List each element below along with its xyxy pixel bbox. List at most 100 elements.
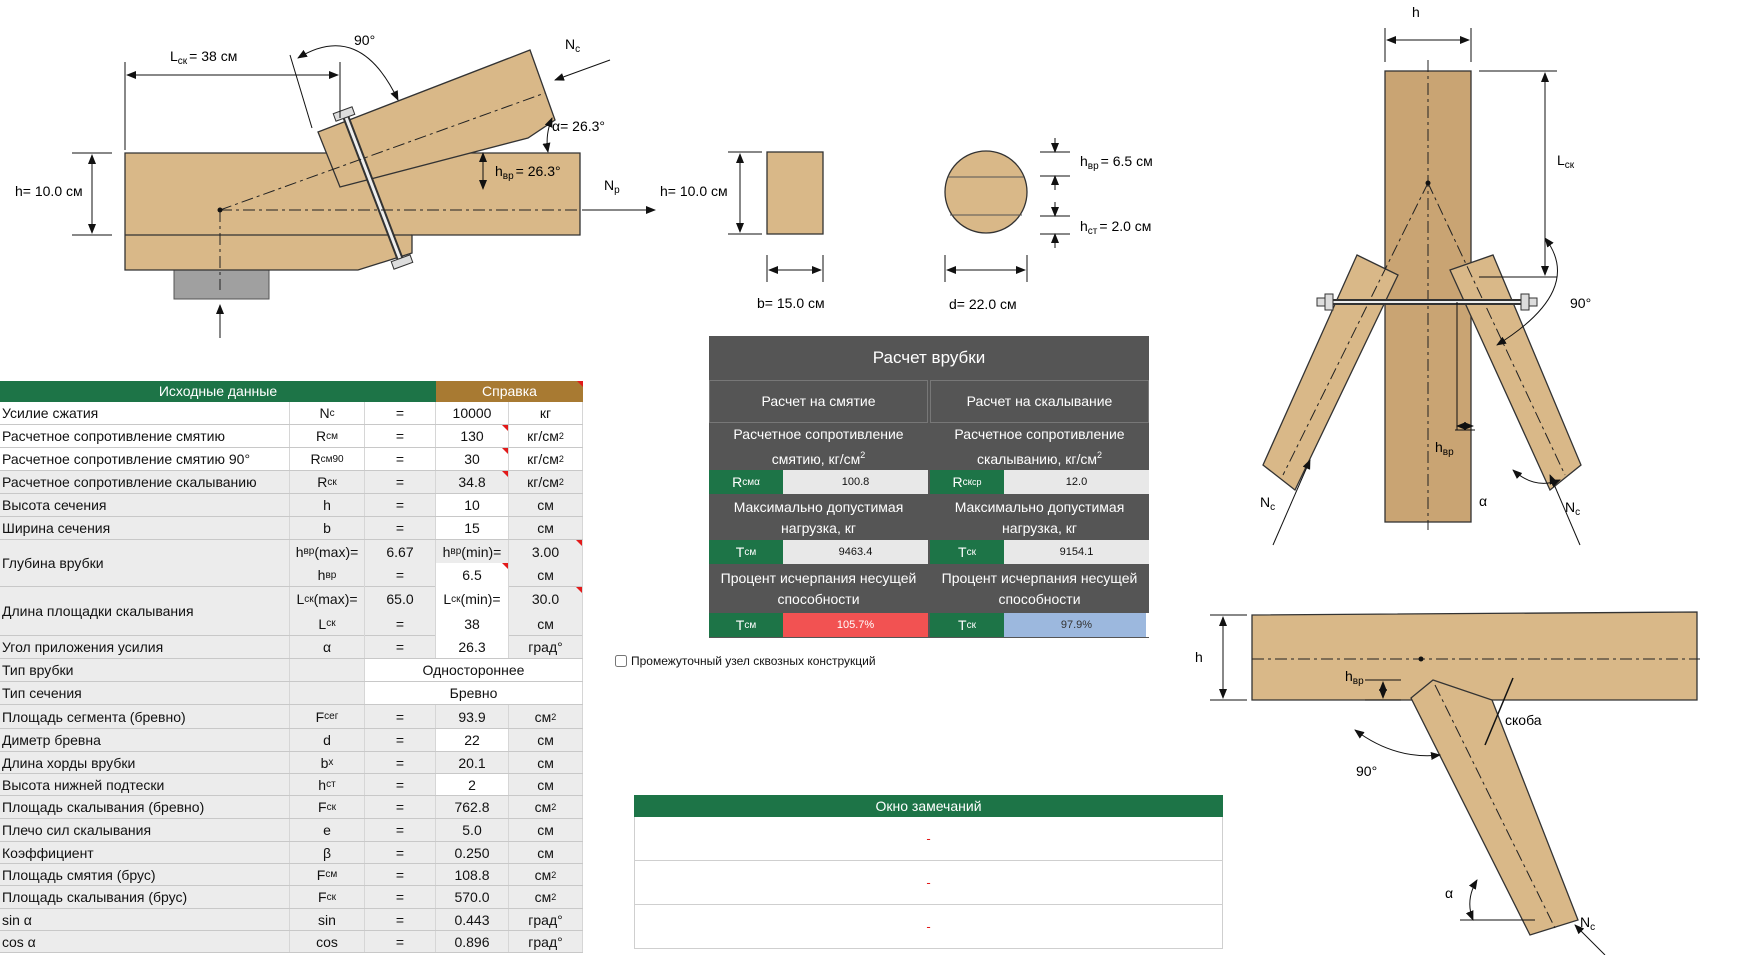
chord-angle-label: 90° (1356, 763, 1377, 779)
equals: = (365, 471, 436, 493)
b-input[interactable]: 15 (436, 517, 509, 539)
shear-max-label: Lск (max)= (290, 587, 365, 611)
rsm-input[interactable]: 130 (436, 425, 509, 447)
remarks-title: Окно замечаний (634, 795, 1223, 817)
equals: = (365, 752, 436, 773)
truss-node-drawing: h Lск 90° hвр α Nc Nc (1260, 4, 1591, 546)
t-sk-symbol: Tск (930, 540, 1004, 564)
label: Расчетное сопротивление смятию 90° (0, 448, 290, 470)
unit: см (509, 729, 583, 751)
col-shear-header: Расчет на скалывание (930, 380, 1149, 423)
joint-drawing-side: Lск = 38 см 90° Nc α= 26.3° h= 10.0 см hв… (15, 32, 656, 338)
cut-type-select[interactable]: Одностороннее (365, 659, 583, 681)
row-hst: Высота нижней подтески h ст = 2 см (0, 774, 583, 796)
row-beta: Коэффициент β = 0.250 см (0, 842, 583, 864)
symbol: b (290, 517, 365, 539)
h-input[interactable]: 10 (436, 494, 509, 516)
r-sk-value: 12.0 (1004, 470, 1149, 494)
label: Коэффициент (0, 842, 290, 863)
angle-input[interactable]: 26.3 (436, 636, 509, 658)
pct-crushing-caption: Процент исчерпания несущей способности (720, 569, 917, 607)
force-input[interactable]: 10000 (436, 402, 509, 424)
hst-input[interactable]: 2 (436, 774, 509, 795)
row-depth: Глубина врубки h вр (max)= 6.67 h вр (min)= … (0, 540, 583, 587)
shear-max-value: 65.0 (365, 587, 436, 611)
e-value: 5.0 (436, 819, 509, 841)
intermediate-node-option[interactable]: Промежуточный узел сквозных конструкций (615, 654, 876, 668)
row-cut-type: Тип врубки Одностороннее (0, 659, 583, 682)
row-fseg: Площадь сегмента (бревно) Fсег = 93.9 см… (0, 705, 583, 729)
symbol: Fск (290, 886, 365, 908)
equals: = (365, 425, 436, 447)
fsk-beam-value: 570.0 (436, 886, 509, 908)
truss-nc-left-label: Nc (1260, 494, 1275, 513)
chord-strut (1410, 679, 1579, 936)
t-sk-value: 9154.1 (1004, 540, 1149, 564)
equals: = (365, 448, 436, 470)
unit: см (509, 819, 583, 841)
shear-length-input[interactable]: 38 (436, 611, 509, 636)
depth-min-label: h вр (min)= (436, 540, 509, 563)
row-fsm: Площадь смятия (брус) Fсм = 108.8 см 2 (0, 864, 583, 886)
row-angle: Угол приложения усилия α = 26.3 град° (0, 636, 583, 659)
row-rsk: Расчетное сопротивление скалыванию Rск =… (0, 471, 583, 494)
max-load-shear-caption: Максимально допустимая нагрузка, кг (954, 498, 1125, 536)
fsk-log-value: 762.8 (436, 796, 509, 818)
help-button[interactable]: Справка (436, 381, 583, 402)
label: Угол приложения усилия (0, 636, 290, 658)
label: Ширина сечения (0, 517, 290, 539)
unit: см 2 (509, 796, 583, 818)
rect-section (766, 151, 824, 235)
symbol: Rск (290, 471, 365, 493)
unit: см 2 (509, 886, 583, 908)
equals: = (365, 729, 436, 751)
diameter-input[interactable]: 22 (436, 729, 509, 751)
r-sm-symbol: Rсмα (709, 470, 783, 494)
p-sm-value: 105.7% (836, 619, 875, 631)
symbol: Rсм (290, 425, 365, 447)
equals: = (365, 909, 436, 930)
symbol: cos (290, 931, 365, 952)
remark-row-1: - (634, 817, 1223, 861)
symbol: Fсм (290, 864, 365, 885)
unit: град° (509, 931, 583, 952)
empty (290, 659, 365, 681)
calc-title: Расчет врубки (872, 347, 986, 367)
r-sk-symbol: Rск ср (930, 470, 1004, 494)
equals: = (365, 796, 436, 818)
chord-node-drawing: h hвр скоба 90° α Nc (1195, 611, 1700, 955)
symbol: Lск (290, 611, 365, 636)
equals: = (365, 819, 436, 841)
symbol: α (290, 636, 365, 658)
depth-min-value: 3.00 (509, 540, 583, 563)
truss-h-label: h (1412, 4, 1420, 20)
p-sm-bar: 105.7% (783, 613, 928, 637)
sin-value: 0.443 (436, 909, 509, 930)
equals: = (365, 705, 436, 728)
label: Плечо сил скалывания (0, 819, 290, 841)
label: Высота нижней подтески (0, 774, 290, 795)
remarks-window: Окно замечаний - - - (634, 795, 1223, 949)
row-e: Плечо сил скалывания e = 5.0 см (0, 819, 583, 842)
row-h: Высота сечения h = 10 см (0, 494, 583, 517)
unit: см (509, 774, 583, 795)
angle-90-label: 90° (354, 32, 375, 48)
unit: кг/см 2 (509, 425, 583, 447)
row-shear-length: Длина площадки скалывания Lск (max)= 65.0… (0, 587, 583, 636)
equals: = (365, 774, 436, 795)
label: Тип сечения (0, 682, 290, 704)
p-sk-value: 97.9% (1060, 619, 1093, 631)
p-sk-symbol: Tск (930, 613, 1004, 637)
equals: = (365, 611, 436, 636)
shear-min-value: 30.0 (509, 587, 583, 611)
symbol: Rсм90 (290, 448, 365, 470)
rsm90-input[interactable]: 30 (436, 448, 509, 470)
symbol: Fск (290, 796, 365, 818)
rsk-value: 34.8 (436, 471, 509, 493)
depth-input[interactable]: 6.5 (436, 563, 509, 587)
intermediate-node-checkbox[interactable] (615, 655, 627, 667)
section-type-select[interactable]: Бревно (365, 682, 583, 704)
intermediate-node-label: Промежуточный узел сквозных конструкций (631, 654, 876, 668)
label: Площадь скалывания (брус) (0, 886, 290, 908)
col-crushing-header: Расчет на смятие (709, 380, 928, 423)
